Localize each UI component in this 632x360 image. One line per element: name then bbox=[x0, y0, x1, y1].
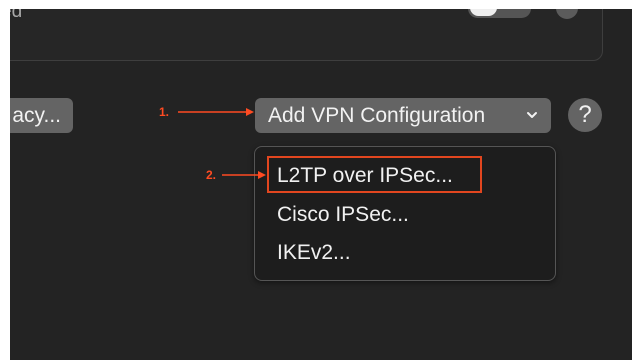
add-vpn-configuration-label: Add VPN Configuration bbox=[268, 104, 486, 127]
menu-item-cisco-ipsec[interactable]: Cisco IPSec... bbox=[277, 202, 409, 227]
arrow-right-icon bbox=[222, 171, 266, 179]
help-button[interactable]: ? bbox=[568, 98, 602, 132]
privacy-button[interactable]: acy... bbox=[10, 98, 73, 133]
chevron-down-icon bbox=[527, 112, 537, 118]
toggle-knob bbox=[470, 9, 497, 16]
vpn-toggle[interactable] bbox=[468, 9, 531, 18]
arrow-right-icon bbox=[178, 108, 254, 116]
add-vpn-configuration-button[interactable]: Add VPN Configuration bbox=[255, 98, 551, 133]
menu-item-l2tp-over-ipsec[interactable]: L2TP over IPSec... bbox=[277, 163, 453, 188]
menu-item-ikev2[interactable]: IKEv2... bbox=[277, 240, 351, 265]
vpn-settings-screen: ed acy... Add VPN Configuration ? L2TP o… bbox=[10, 9, 632, 360]
vpn-type-dropdown: L2TP over IPSec... Cisco IPSec... IKEv2.… bbox=[254, 146, 556, 281]
step-2-label: 2. bbox=[206, 168, 217, 182]
step-1-label: 1. bbox=[159, 105, 170, 119]
status-text: ed bbox=[10, 9, 23, 22]
